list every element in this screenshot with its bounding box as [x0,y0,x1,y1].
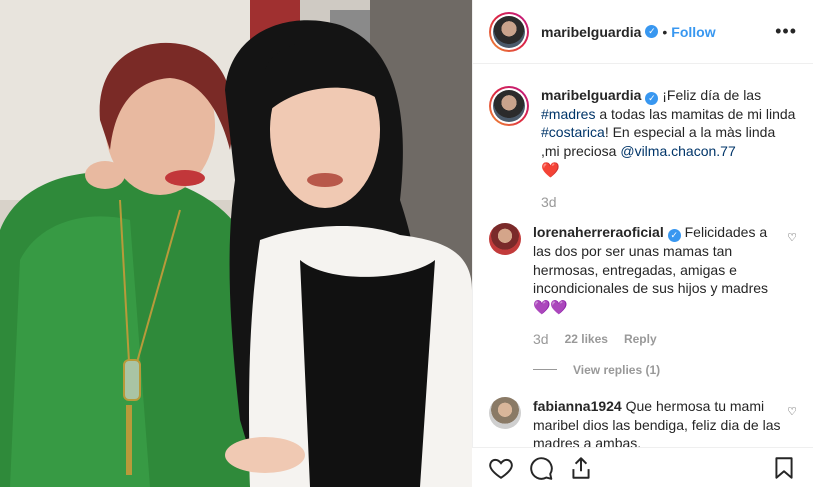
comment-like-heart-icon[interactable]: ♡ [787,405,797,418]
comment-likes[interactable]: 22 likes [565,330,608,349]
comment-like-heart-icon[interactable]: ♡ [787,231,797,244]
view-replies-button[interactable]: View replies (1) [533,361,781,380]
comment-icon[interactable] [528,455,554,481]
caption-avatar[interactable] [489,86,529,126]
comment-username[interactable]: fabianna1924 [533,398,622,414]
separator-dot: • [662,23,668,40]
author-avatar[interactable] [489,11,529,52]
comment-item: lorenaherreraoficial ✓ Felicidades a las … [489,223,797,379]
reply-button[interactable]: Reply [624,330,657,349]
comment-item: fabianna1924 Que hermosa tu mami maribel… [489,397,797,447]
verified-badge-icon: ✓ [645,91,659,105]
comments-list[interactable]: maribelguardia ✓ ¡Feliz día de las #madre… [473,64,813,447]
post-details-panel: maribelguardia ✓ • Follow ••• maribelgua… [472,0,813,487]
caption-text-2: a todas las mamitas de mi linda [595,105,796,122]
view-replies-label: View replies (1) [573,362,661,377]
commenter-avatar[interactable] [489,397,521,429]
comment-meta: 3d 22 likes Reply [533,330,781,349]
replies-divider [533,369,557,371]
heart-emoji: ❤️ [541,162,560,180]
photo-illustration [0,0,472,487]
verified-badge-icon: ✓ [667,229,681,242]
bookmark-icon[interactable] [771,455,797,481]
comment-time[interactable]: 3d [533,330,549,349]
mention-link[interactable]: @vilma.chacon.77 [620,143,735,159]
caption-text-1: ¡Feliz día de las [658,87,762,103]
caption-username[interactable]: maribelguardia [541,87,641,103]
follow-button[interactable]: Follow [671,24,715,40]
post-photo[interactable] [0,0,472,487]
verified-badge-icon: ✓ [645,25,659,38]
hashtag-costarica[interactable]: #costarica [541,124,605,140]
heart-icon[interactable] [488,455,514,481]
post-header: maribelguardia ✓ • Follow ••• [473,0,813,64]
more-options-icon[interactable]: ••• [775,21,797,42]
purple-hearts-emoji: 💜💜 [533,298,568,315]
post-action-bar [472,447,813,487]
hashtag-madres[interactable]: #madres [541,106,595,122]
caption: maribelguardia ✓ ¡Feliz día de las #madre… [489,86,797,211]
comment-username[interactable]: lorenaherreraoficial [533,224,664,240]
share-icon[interactable] [568,455,594,481]
caption-time[interactable]: 3d [541,193,797,212]
author-username[interactable]: maribelguardia [541,24,641,40]
commenter-avatar[interactable] [489,223,521,256]
